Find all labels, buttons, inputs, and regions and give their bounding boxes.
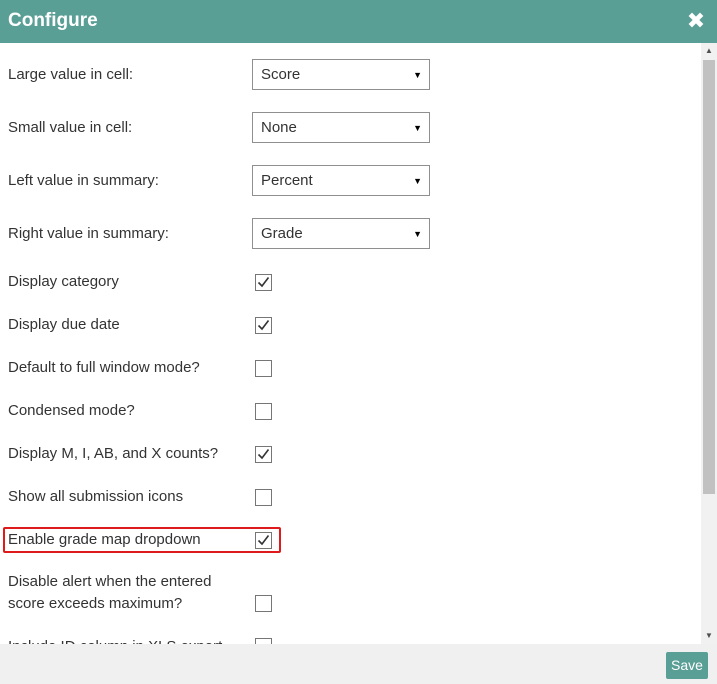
large-value-label: Large value in cell:	[8, 66, 134, 83]
dialog-footer: Save	[0, 644, 717, 684]
display-counts-label: Display M, I, AB, and X counts?	[8, 445, 219, 462]
scroll-up-arrow-icon[interactable]: ▲	[701, 43, 717, 59]
disable-alert-checkbox[interactable]	[255, 595, 272, 612]
small-value-label: Small value in cell:	[8, 119, 133, 136]
display-category-label: Display category	[8, 273, 119, 290]
display-due-date-checkbox[interactable]	[255, 317, 272, 334]
include-id-label: Include ID column in XLS export	[8, 636, 222, 644]
full-window-mode-checkbox[interactable]	[255, 360, 272, 377]
submission-icons-checkbox[interactable]	[255, 489, 272, 506]
dialog-content: Large value in cell: Score ▼ Small value…	[0, 43, 717, 644]
close-icon[interactable]: ✖	[684, 9, 708, 33]
dropdown-arrow-icon: ▼	[413, 70, 422, 80]
large-value-selected: Score	[261, 66, 301, 83]
checkmark-icon	[257, 277, 270, 288]
display-category-checkbox[interactable]	[255, 274, 272, 291]
grade-map-dropdown-checkbox[interactable]	[255, 532, 272, 549]
right-summary-label: Right value in summary:	[8, 225, 169, 242]
display-counts-checkbox[interactable]	[255, 446, 272, 463]
left-summary-selected: Percent	[261, 172, 313, 189]
right-summary-selected: Grade	[261, 225, 303, 242]
small-value-selected: None	[261, 119, 297, 136]
condensed-mode-label: Condensed mode?	[8, 402, 135, 419]
left-summary-label: Left value in summary:	[8, 172, 159, 189]
save-button[interactable]: Save	[666, 652, 708, 679]
dropdown-arrow-icon: ▼	[413, 123, 422, 133]
grade-map-dropdown-label: Enable grade map dropdown	[8, 531, 201, 548]
left-summary-select[interactable]: Percent ▼	[252, 165, 430, 196]
dropdown-arrow-icon: ▼	[413, 176, 422, 186]
disable-alert-label-line1: Disable alert when the entered	[8, 573, 212, 590]
dialog-title: Configure	[8, 10, 98, 31]
submission-icons-label: Show all submission icons	[8, 488, 184, 505]
checkmark-icon	[257, 320, 270, 331]
condensed-mode-checkbox[interactable]	[255, 403, 272, 420]
full-window-mode-label: Default to full window mode?	[8, 359, 200, 376]
vertical-scrollbar[interactable]: ▲ ▼	[701, 43, 717, 644]
scrollbar-thumb[interactable]	[703, 60, 715, 494]
dropdown-arrow-icon: ▼	[413, 229, 422, 239]
checkmark-icon	[257, 535, 270, 546]
small-value-select[interactable]: None ▼	[252, 112, 430, 143]
right-summary-select[interactable]: Grade ▼	[252, 218, 430, 249]
large-value-select[interactable]: Score ▼	[252, 59, 430, 90]
display-due-date-label: Display due date	[8, 316, 120, 333]
scroll-down-arrow-icon[interactable]: ▼	[701, 628, 717, 644]
checkmark-icon	[257, 449, 270, 460]
dialog-titlebar: Configure ✖	[0, 0, 717, 43]
configure-dialog: Configure ✖ Large value in cell: Score ▼…	[0, 0, 717, 684]
disable-alert-label-line2: score exceeds maximum?	[8, 595, 183, 612]
